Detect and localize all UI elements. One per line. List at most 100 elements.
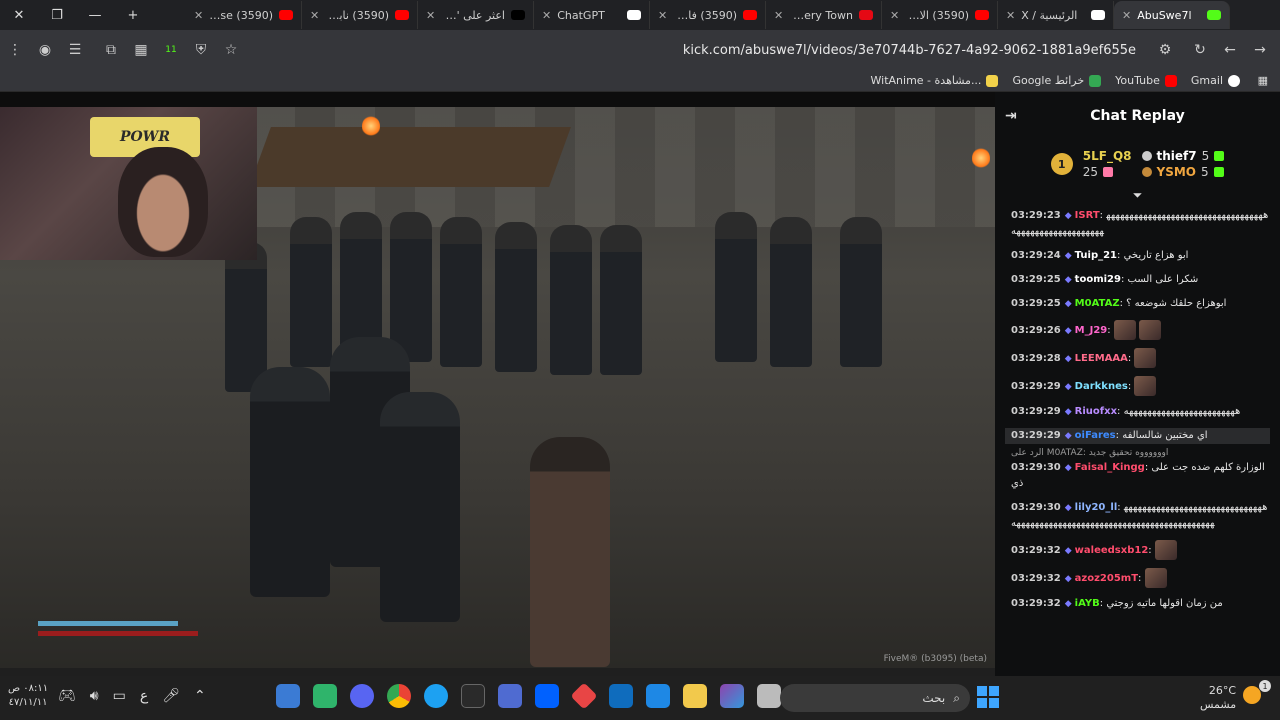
chat-message[interactable]: 03:29:26 ◆ M_J29: xyxy=(1011,320,1270,340)
chevron-up-icon[interactable]: ⌃ xyxy=(194,688,206,704)
bookmark-gmail[interactable]: Gmail xyxy=(1191,74,1240,87)
close-tab-icon[interactable]: ✕ xyxy=(658,9,667,22)
bookmark-google-maps[interactable]: Google خرائط xyxy=(1012,74,1102,87)
close-tab-icon[interactable]: ✕ xyxy=(426,9,435,22)
tab[interactable]: ✕ الرئيسية / X xyxy=(998,1,1114,29)
app-window-icon[interactable] xyxy=(757,684,781,708)
chat-message[interactable]: 03:29:29 ◆ Darkknes: xyxy=(1011,376,1270,396)
volume-icon[interactable]: 🔊︎ xyxy=(90,688,99,704)
chat-message[interactable]: 03:29:28 ◆ LEEMAAA: xyxy=(1011,348,1270,368)
back-arrow-icon[interactable]: ← xyxy=(1215,30,1245,70)
chat-message[interactable]: 03:29:24 ◆ Tuip_21: ابو هزاع تاريخي xyxy=(1011,248,1270,264)
chat-message[interactable]: 03:29:23 ◆ ISRT: ههههههههههههههههههههههههه… xyxy=(1011,208,1270,240)
app-chrome-icon[interactable] xyxy=(387,684,411,708)
message-username[interactable]: M_J29 xyxy=(1075,325,1108,336)
message-username[interactable]: waleedsxb12 xyxy=(1075,545,1149,556)
app-dropbox-icon[interactable] xyxy=(535,684,559,708)
leader-third[interactable]: YSMO 5 xyxy=(1141,165,1225,179)
message-username[interactable]: azoz205mT xyxy=(1075,573,1138,584)
message-username[interactable]: Riuofxx xyxy=(1075,406,1117,417)
extensions-icon[interactable]: ⧉ xyxy=(96,30,126,70)
tab[interactable]: ✕ اعثر على 'سير xyxy=(418,1,534,29)
gamepad-icon[interactable]: 🎮︎ xyxy=(58,688,76,704)
close-tab-icon[interactable]: ✕ xyxy=(1006,9,1015,22)
message-time: 03:29:32 xyxy=(1011,545,1061,556)
leader-first[interactable]: 5LF_Q8 25 xyxy=(1083,149,1132,179)
minimize-window-icon[interactable]: — xyxy=(76,0,114,30)
tab[interactable]: ✕ ChatGPT xyxy=(534,1,650,29)
tab[interactable]: ✕ (3590) الاعداد xyxy=(882,1,998,29)
weather-widget[interactable]: 26°C مشمس xyxy=(1200,684,1236,712)
app-edge-icon[interactable] xyxy=(424,684,448,708)
app-teams-icon[interactable] xyxy=(498,684,522,708)
message-username[interactable]: ISRT xyxy=(1075,210,1100,221)
tab[interactable]: ✕ Mystery Town xyxy=(766,1,882,29)
taskbar-search[interactable]: بحث ⌕ xyxy=(780,684,970,712)
message-username[interactable]: Faisal_Kingg xyxy=(1075,462,1145,473)
chat-message[interactable]: 03:29:25 ◆ toomi29: شكرا على السب xyxy=(1011,272,1270,288)
tab[interactable]: ✕ AbuSwe7l xyxy=(1114,1,1230,29)
app-paint-icon[interactable] xyxy=(276,684,300,708)
site-settings-icon[interactable]: ⚙ xyxy=(1150,30,1180,70)
video-player[interactable]: POWR FiveM® (b3095) (beta) xyxy=(0,107,995,668)
microphone-icon[interactable]: 🎤︎ xyxy=(162,688,180,704)
app-copilot-icon[interactable] xyxy=(720,684,744,708)
app-discord-green-icon[interactable] xyxy=(313,684,337,708)
close-tab-icon[interactable]: ✕ xyxy=(542,9,551,22)
profile-icon[interactable]: ◉ xyxy=(30,30,60,70)
tab[interactable]: ✕ (3590) نابولي xyxy=(302,1,418,29)
chat-message[interactable]: 03:29:30 ◆ lily20_ll: هههههههههههههههههههه… xyxy=(1011,500,1270,532)
message-username[interactable]: toomi29 xyxy=(1075,274,1121,285)
app-epic-icon[interactable] xyxy=(461,684,485,708)
app-anydesk-icon[interactable] xyxy=(570,682,598,710)
bookmark-youtube[interactable]: YouTube xyxy=(1115,74,1177,87)
close-tab-icon[interactable]: ✕ xyxy=(774,9,783,22)
chat-message[interactable]: 03:29:29 ◆ Riuofxx: هههههههههههههههههههههه… xyxy=(1011,404,1270,420)
apps-grid-icon[interactable]: ▦ xyxy=(1258,74,1268,87)
shield-icon[interactable]: ⛨ xyxy=(186,30,216,70)
forward-arrow-icon[interactable]: → xyxy=(1245,30,1275,70)
chat-message[interactable]: 03:29:25 ◆ M0ATAZ: ابوهزاع حلقك شوضعه ؟ xyxy=(1011,296,1270,312)
bookmark-star-icon[interactable]: ☆ xyxy=(216,30,246,70)
app-store-icon[interactable] xyxy=(646,684,670,708)
new-tab-button[interactable]: + xyxy=(114,0,152,30)
language-indicator[interactable]: ع xyxy=(140,688,148,704)
display-icon[interactable]: ▭ xyxy=(113,688,126,704)
close-tab-icon[interactable]: ✕ xyxy=(310,9,319,22)
chat-message[interactable]: 03:29:32 ◆ waleedsxb12: xyxy=(1011,540,1270,560)
tab[interactable]: ✕ (3590) Youse xyxy=(186,1,302,29)
url-field[interactable]: kick.com/abuswe7l/videos/3e70744b-7627-4… xyxy=(270,36,1150,64)
chat-message[interactable]: 03:29:30 ◆ Faisal_Kingg: الوزارة كلهم ضده … xyxy=(1011,460,1270,492)
app-outlook-icon[interactable] xyxy=(609,684,633,708)
app-explorer-icon[interactable] xyxy=(683,684,707,708)
close-window-icon[interactable]: ✕ xyxy=(0,0,38,30)
close-tab-icon[interactable]: ✕ xyxy=(1122,9,1131,22)
message-username[interactable]: LEEMAAA xyxy=(1075,353,1128,364)
tab[interactable]: ✕ (3590) فاجأونا xyxy=(650,1,766,29)
extension-film-icon[interactable]: ▦ xyxy=(126,30,156,70)
close-tab-icon[interactable]: ✕ xyxy=(194,9,203,22)
message-username[interactable]: M0ATAZ xyxy=(1075,298,1120,309)
close-tab-icon[interactable]: ✕ xyxy=(890,9,899,22)
clock[interactable]: ٠٨:١١ ص ٤٧/١١/١١ xyxy=(8,682,48,710)
collapse-chat-icon[interactable]: ⇥ xyxy=(1005,108,1017,124)
message-username[interactable]: iAYB xyxy=(1075,598,1100,609)
reload-icon[interactable]: ↻ xyxy=(1185,30,1215,70)
playlist-icon[interactable]: ☰ xyxy=(60,30,90,70)
chat-message[interactable]: 03:29:29 ◆ oiFares: اي مختبين شالسالفه xyxy=(1005,428,1270,444)
bookmark-witanime[interactable]: WitAnime - مشاهدة... xyxy=(871,74,999,87)
message-username[interactable]: oiFares xyxy=(1075,430,1116,441)
restore-window-icon[interactable]: ❐ xyxy=(38,0,76,30)
menu-kebab-icon[interactable]: ⋮ xyxy=(0,30,30,70)
extension-badge-icon[interactable]: 11 xyxy=(156,30,186,70)
chat-message[interactable]: 03:29:32 ◆ iAYB: من زمان اقولها ماتيه زوجت… xyxy=(1011,596,1270,612)
message-username[interactable]: Tuip_21 xyxy=(1075,250,1117,261)
notification-badge[interactable]: 1 xyxy=(1259,680,1271,692)
message-username[interactable]: lily20_ll xyxy=(1075,502,1118,513)
app-discord-icon[interactable] xyxy=(350,684,374,708)
chat-message[interactable]: 03:29:32 ◆ azoz205mT: xyxy=(1011,568,1270,588)
leader-second[interactable]: thief7 5 xyxy=(1141,149,1225,163)
message-username[interactable]: Darkknes xyxy=(1075,381,1128,392)
start-button-icon[interactable] xyxy=(977,686,999,708)
chat-filter-icon[interactable]: ⏷ xyxy=(995,188,1280,204)
